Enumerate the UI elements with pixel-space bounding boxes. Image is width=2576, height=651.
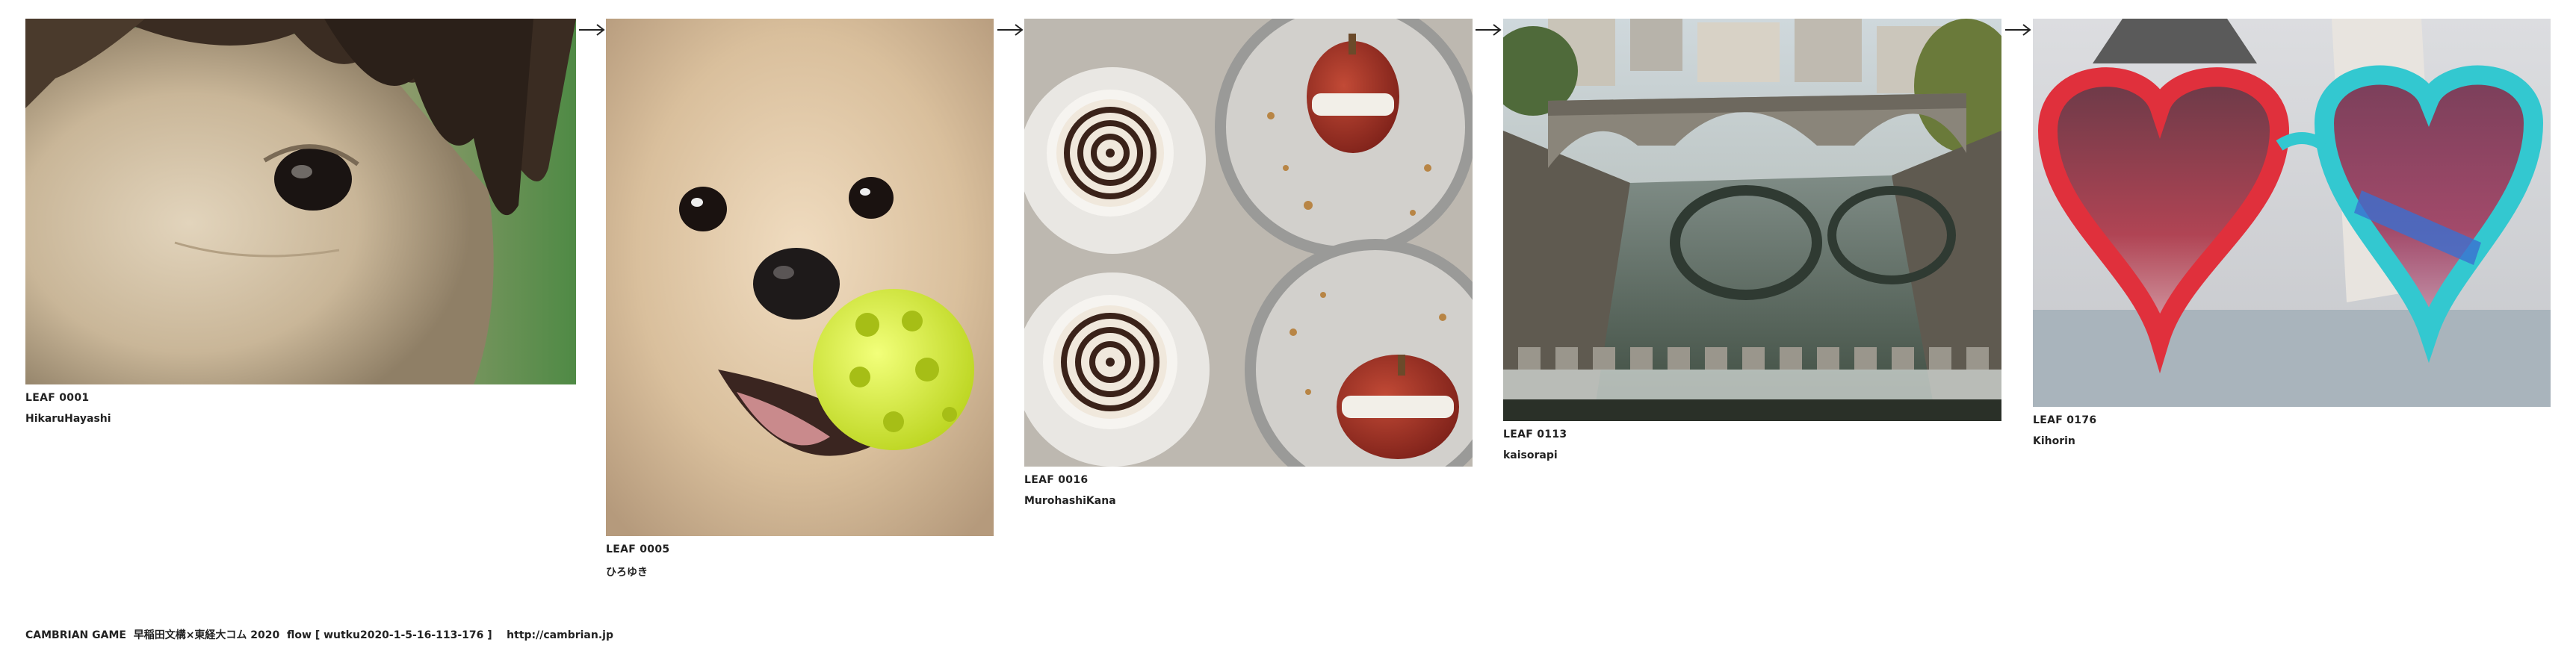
right-arrow-icon	[578, 22, 606, 37]
right-arrow-icon	[996, 22, 1024, 37]
leaf-author-link[interactable]: kaisorapi	[1503, 449, 1558, 461]
leaf-label: LEAF 0176	[2033, 414, 2097, 426]
leaf-author-link[interactable]: HikaruHayashi	[25, 413, 111, 425]
bridge-image	[1503, 19, 2001, 421]
leaf-label: LEAF 0001	[25, 392, 90, 404]
leaf-label: LEAF 0016	[1024, 474, 1089, 486]
coffee-image	[1024, 19, 1473, 467]
leaf-photo-coffee[interactable]	[1024, 19, 1473, 467]
leaf-author-link[interactable]: MurohashiKana	[1024, 495, 1116, 507]
footer: CAMBRIAN GAME 早稲田文構×東経大コム 2020 flow [ wu…	[25, 627, 613, 642]
right-arrow-icon	[2004, 22, 2032, 37]
right-arrow-icon	[1474, 22, 1502, 37]
footer-site-link[interactable]: http://cambrian.jp	[507, 629, 613, 641]
leaf-author-link[interactable]: ひろゆき	[606, 564, 648, 579]
leaf-photo-bridge[interactable]	[1503, 19, 2001, 421]
footer-text: CAMBRIAN GAME 早稲田文構×東経大コム 2020 flow [ wu…	[25, 629, 507, 641]
leaf-author-link[interactable]: Kihorin	[2033, 435, 2075, 447]
leaf-photo-sunglasses[interactable]	[2033, 19, 2551, 407]
leaf-photo-dog[interactable]	[606, 19, 994, 536]
sunglasses-image	[2033, 19, 2551, 407]
leaf-label: LEAF 0113	[1503, 429, 1567, 440]
dog-image	[606, 19, 994, 536]
horse-image	[25, 19, 576, 384]
leaf-photo-horse[interactable]	[25, 19, 576, 384]
leaf-label: LEAF 0005	[606, 543, 670, 555]
